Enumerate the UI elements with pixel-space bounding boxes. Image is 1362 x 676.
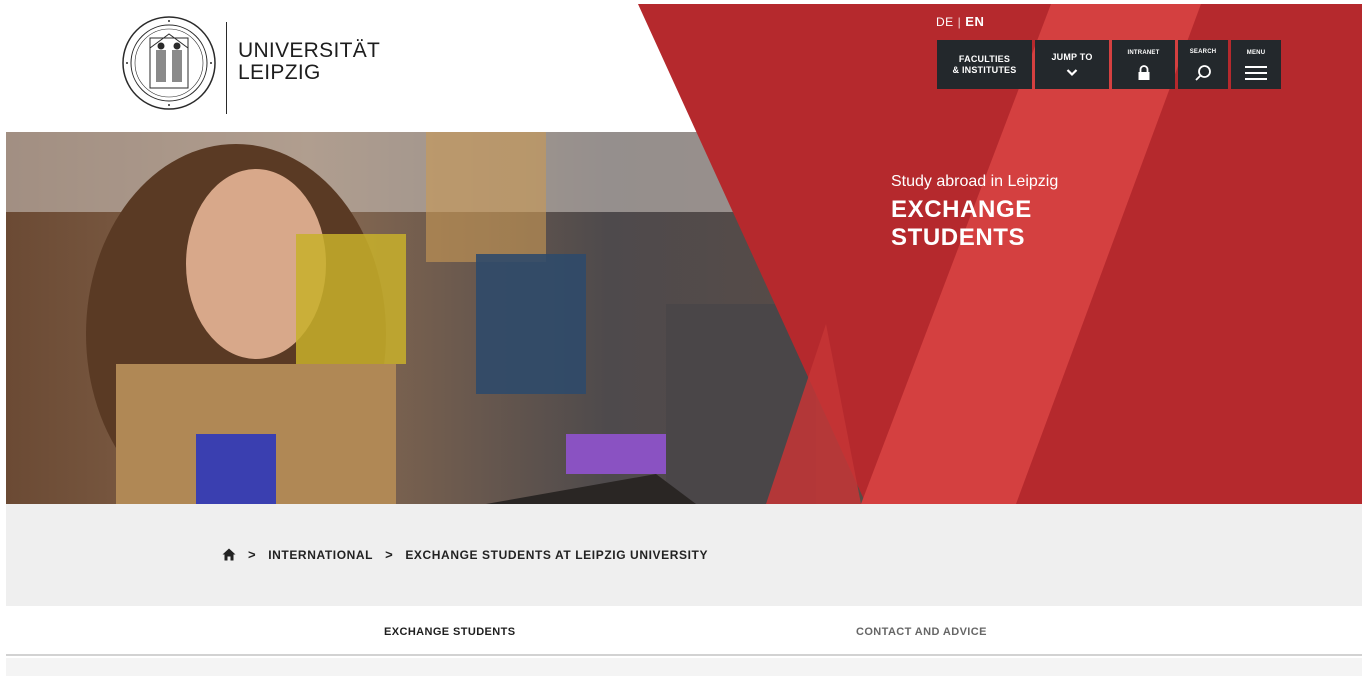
- hamburger-menu-icon: [1245, 66, 1267, 80]
- language-de-link[interactable]: DE: [936, 15, 954, 29]
- search-label: SEARCH: [1189, 49, 1217, 55]
- university-logo[interactable]: UNIVERSITÄT LEIPZIG: [120, 14, 420, 114]
- menu-label: MENU: [1246, 50, 1266, 56]
- intranet-label: INTRANET: [1127, 50, 1160, 56]
- language-switcher: DE | EN: [936, 14, 984, 29]
- search-icon: [1195, 65, 1211, 81]
- top-navigation: FACULTIES & INSTITUTES JUMP TO INTRANET …: [937, 40, 1281, 89]
- university-name: UNIVERSITÄT LEIPZIG: [238, 40, 380, 84]
- breadcrumb-separator: >: [248, 547, 257, 562]
- university-seal-icon: [122, 16, 216, 110]
- hero-heading: Study abroad in Leipzig EXCHANGE STUDENT…: [891, 172, 1091, 252]
- content-area-top: [6, 658, 1362, 676]
- chevron-down-icon: [1066, 69, 1078, 77]
- university-name-line2: LEIPZIG: [238, 61, 321, 84]
- university-name-line1: UNIVERSITÄT: [238, 39, 381, 62]
- search-button[interactable]: SEARCH: [1178, 40, 1228, 89]
- tab-contact-and-advice[interactable]: CONTACT AND ADVICE: [856, 626, 987, 638]
- intranet-button[interactable]: INTRANET: [1112, 40, 1175, 89]
- breadcrumb-item-international[interactable]: INTERNATIONAL: [268, 548, 373, 562]
- breadcrumb-separator: >: [385, 547, 394, 562]
- breadcrumb-item-current[interactable]: EXCHANGE STUDENTS AT LEIPZIG UNIVERSITY: [405, 548, 708, 562]
- breadcrumb-row: > INTERNATIONAL > EXCHANGE STUDENTS AT L…: [222, 547, 708, 562]
- home-icon[interactable]: [222, 548, 236, 561]
- jump-to-label: JUMP TO: [1051, 52, 1093, 62]
- language-separator: |: [957, 15, 962, 29]
- hero-title: EXCHANGE STUDENTS: [891, 196, 1032, 251]
- tab-exchange-students[interactable]: EXCHANGE STUDENTS: [384, 626, 515, 638]
- hero-subtitle: Study abroad in Leipzig: [891, 173, 1059, 190]
- menu-button[interactable]: MENU: [1231, 40, 1281, 89]
- breadcrumb: > INTERNATIONAL > EXCHANGE STUDENTS AT L…: [6, 504, 1362, 606]
- faculties-institutes-button[interactable]: FACULTIES & INSTITUTES: [937, 40, 1032, 89]
- faculties-label: FACULTIES & INSTITUTES: [952, 53, 1017, 75]
- hero-banner: UNIVERSITÄT LEIPZIG DE | EN FACULTIES & IN…: [6, 4, 1362, 504]
- logo-divider: [226, 22, 227, 114]
- section-tabs: EXCHANGE STUDENTS CONTACT AND ADVICE: [6, 606, 1362, 656]
- jump-to-button[interactable]: JUMP TO: [1035, 40, 1109, 89]
- language-en-link[interactable]: EN: [965, 14, 984, 29]
- lock-icon: [1138, 65, 1149, 80]
